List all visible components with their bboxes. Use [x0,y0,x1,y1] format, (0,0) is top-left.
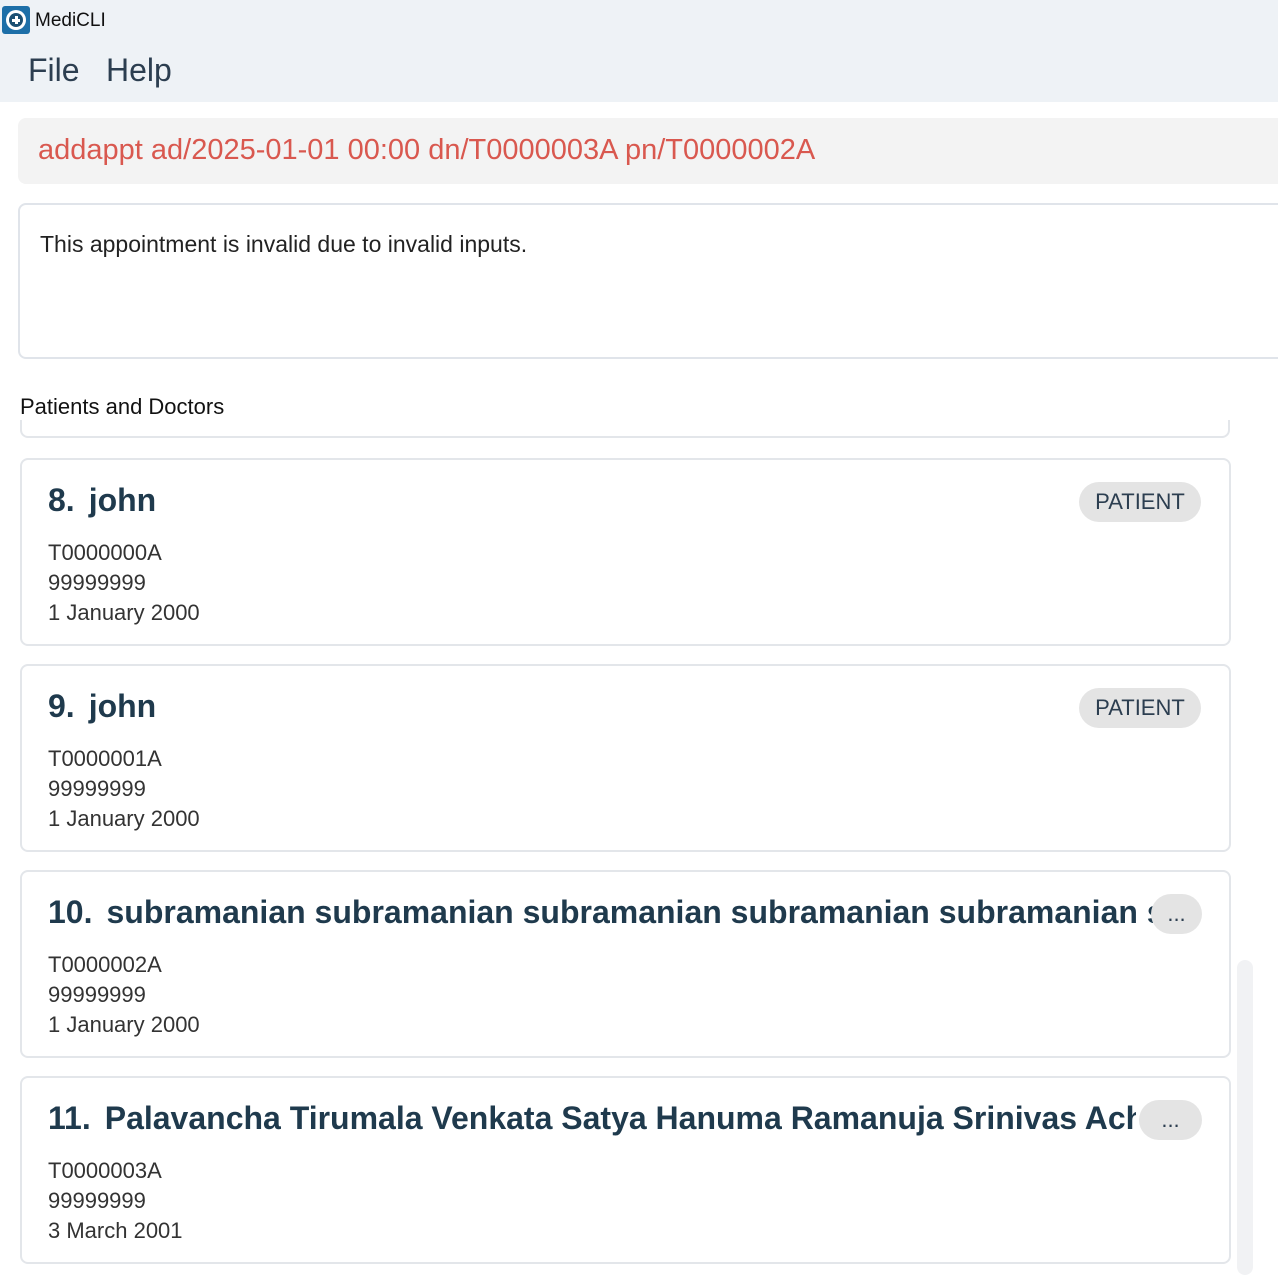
card-name: john [88,688,157,724]
card-phone: 99999999 [48,1188,146,1213]
card-nric: T0000000A [48,540,162,565]
list-item[interactable]: 10. subramanian subramanian subramanian s… [20,870,1231,1058]
card-index: 9. [48,688,75,724]
result-display: This appointment is invalid due to inval… [18,203,1278,359]
list-panel-label: Patients and Doctors [20,394,225,419]
card-title: 10. subramanian subramanian subramanian s… [48,894,1153,931]
card-title: 9. john [48,688,1048,725]
card-dob: 3 March 2001 [48,1218,183,1243]
list-item[interactable]: 11. Palavancha Tirumala Venkata Satya Han… [20,1076,1231,1264]
menu-bar: File Help [0,42,1278,102]
card-index: 11. [48,1100,91,1136]
person-list[interactable]: 8. john PATIENT T0000000A 99999999 1 Janu… [0,420,1278,1287]
card-name: subramanian subramanian subramanian subr… [106,894,1153,930]
card-index: 10. [48,894,93,930]
card-nric: T0000003A [48,1158,162,1183]
role-badge: PATIENT [1079,482,1201,522]
role-badge: ... [1139,1100,1202,1140]
result-message: This appointment is invalid due to inval… [40,231,528,257]
role-badge: PATIENT [1079,688,1201,728]
command-input[interactable]: addappt ad/2025-01-01 00:00 dn/T0000003A… [38,134,815,167]
card-nric: T0000002A [48,952,162,977]
card-title: 11. Palavancha Tirumala Venkata Satya Han… [48,1100,1136,1137]
card-index: 8. [48,482,75,518]
card-phone: 99999999 [48,776,146,801]
list-scrollbar[interactable] [1237,960,1253,1275]
card-name: Palavancha Tirumala Venkata Satya Hanuma… [104,1100,1136,1136]
list-item[interactable]: 9. john PATIENT T0000001A 99999999 1 Janu… [20,664,1231,852]
card-title: 8. john [48,482,1048,519]
title-bar: MediCLI [0,0,1278,42]
card-dob: 1 January 2000 [48,600,200,625]
menu-help[interactable]: Help [106,52,172,89]
card-phone: 99999999 [48,982,146,1007]
role-badge: ... [1151,894,1202,934]
command-input-box[interactable]: addappt ad/2025-01-01 00:00 dn/T0000003A… [18,118,1278,184]
medical-cross-icon [2,6,30,34]
window-title: MediCLI [35,10,106,31]
card-phone: 99999999 [48,570,146,595]
card-name: john [88,482,157,518]
card-dob: 1 January 2000 [48,806,200,831]
list-item[interactable] [20,420,1230,438]
card-nric: T0000001A [48,746,162,771]
menu-file[interactable]: File [28,52,80,89]
card-dob: 1 January 2000 [48,1012,200,1037]
list-item[interactable]: 8. john PATIENT T0000000A 99999999 1 Janu… [20,458,1231,646]
